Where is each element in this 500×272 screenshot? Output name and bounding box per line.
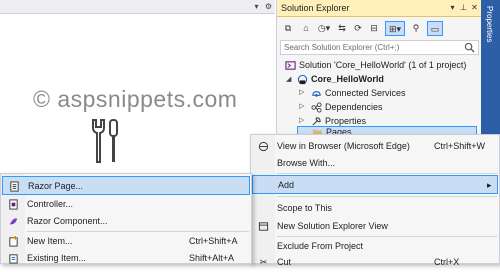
menu-item-label: Browse With...: [277, 158, 336, 168]
existing-item-icon: [9, 254, 18, 264]
expand-arrow-icon[interactable]: ▷: [299, 102, 304, 110]
add-submenu: Razor Page... Controller... Razor Compon…: [0, 173, 252, 264]
solution-label: Solution 'Core_HelloWorld' (1 of 1 proje…: [299, 60, 467, 70]
panel-title: Solution Explorer: [281, 3, 350, 13]
menu-item-label: Razor Component...: [27, 216, 108, 226]
search-placeholder: Search Solution Explorer (Ctrl+;): [284, 43, 400, 52]
menu-separator: [277, 196, 497, 197]
menu-item-add[interactable]: Add ▸: [252, 175, 498, 194]
menu-item-cut[interactable]: ✂ Cut Ctrl+X: [252, 253, 499, 272]
new-view-icon: [258, 222, 269, 231]
expand-arrow-icon[interactable]: ▷: [299, 116, 304, 124]
tree-item-label: Properties: [325, 116, 367, 126]
solution-explorer-toolbar: ⧉ ⌂ ◷▾ ⇆ ⟳ ⊟ ⊞▾ ⚲ ▭: [277, 18, 482, 39]
home-icon[interactable]: ⌂: [299, 21, 313, 36]
web-project-icon: [297, 74, 308, 85]
project-label: Core_HelloWorld: [311, 74, 384, 84]
dropdown-icon[interactable]: ▾: [447, 2, 458, 13]
new-item-icon: [9, 236, 18, 247]
tree-item-dependencies[interactable]: Dependencies: [311, 100, 383, 114]
preview-selected-icon[interactable]: ▭: [427, 21, 443, 36]
tree-item-label: Connected Services: [325, 88, 406, 98]
browser-icon: [258, 141, 269, 152]
controller-icon: [9, 199, 18, 210]
menu-separator: [277, 173, 497, 174]
menu-item-existing-item[interactable]: Existing Item... Shift+Alt+A: [2, 249, 251, 268]
search-icon[interactable]: [464, 42, 475, 53]
context-menu: View in Browser (Microsoft Edge) Ctrl+Sh…: [250, 134, 500, 267]
menu-item-label: Add: [278, 180, 295, 190]
watermark: © aspsnippets.com: [33, 86, 238, 112]
menu-item-new-solution-explorer-view[interactable]: New Solution Explorer View: [252, 217, 499, 236]
properties-tab-label: Properties: [485, 6, 494, 43]
sync-icon[interactable]: ⇆: [335, 21, 349, 36]
razor-page-icon: [10, 181, 19, 192]
tree-item-connected-services[interactable]: Connected Services: [311, 86, 406, 100]
solution-explorer-titlebar: Solution Explorer ▾ ⊥ ✕: [277, 0, 482, 17]
dependencies-icon: [311, 102, 322, 113]
expand-arrow-icon[interactable]: ▷: [299, 88, 304, 96]
refresh-icon[interactable]: ⟳: [351, 21, 365, 36]
search-input[interactable]: Search Solution Explorer (Ctrl+;): [280, 40, 479, 55]
menu-item-label: Cut: [277, 257, 292, 267]
dropdown-icon[interactable]: ▾: [251, 1, 262, 12]
blazor-component-icon: [9, 218, 18, 225]
submenu-arrow-icon: ▸: [487, 180, 492, 190]
connected-services-icon: [312, 91, 321, 97]
menu-item-label: Existing Item...: [27, 253, 87, 263]
wrench-screwdriver-icon: [92, 119, 118, 163]
menu-item-browse-with[interactable]: Browse With...: [252, 154, 499, 173]
menu-item-label: Razor Page...: [28, 181, 84, 191]
pin-icon[interactable]: ⊥: [458, 2, 469, 13]
scissors-icon: ✂: [259, 257, 268, 267]
collapse-arrow-icon[interactable]: ◢: [286, 75, 291, 83]
tree-item-project[interactable]: Core_HelloWorld: [297, 72, 384, 86]
solution-icon: [285, 61, 296, 70]
menu-item-label: New Solution Explorer View: [277, 221, 388, 231]
menu-item-label: Scope to This: [277, 203, 332, 213]
gear-icon[interactable]: ⚙: [263, 1, 274, 12]
tree-item-solution[interactable]: Solution 'Core_HelloWorld' (1 of 1 proje…: [285, 58, 466, 72]
history-icon[interactable]: ◷▾: [315, 21, 333, 36]
menu-item-razor-component[interactable]: Razor Component...: [2, 212, 251, 231]
menu-item-shortcut: Shift+Alt+A: [189, 253, 235, 263]
show-all-files-icon[interactable]: ⊞▾: [385, 21, 405, 36]
switch-views-icon[interactable]: ⧉: [281, 21, 295, 36]
collapse-all-icon[interactable]: ⊟: [367, 21, 381, 36]
menu-item-razor-page[interactable]: Razor Page...: [2, 176, 250, 195]
menu-item-scope-to-this[interactable]: Scope to This: [252, 199, 499, 218]
menu-item-shortcut: Ctrl+X: [434, 257, 460, 267]
editor-tab-strip: ▾ ⚙: [0, 0, 275, 14]
close-icon[interactable]: ✕: [469, 2, 480, 13]
properties-wrench-icon[interactable]: ⚲: [409, 21, 423, 36]
tree-item-label: Dependencies: [325, 102, 383, 112]
